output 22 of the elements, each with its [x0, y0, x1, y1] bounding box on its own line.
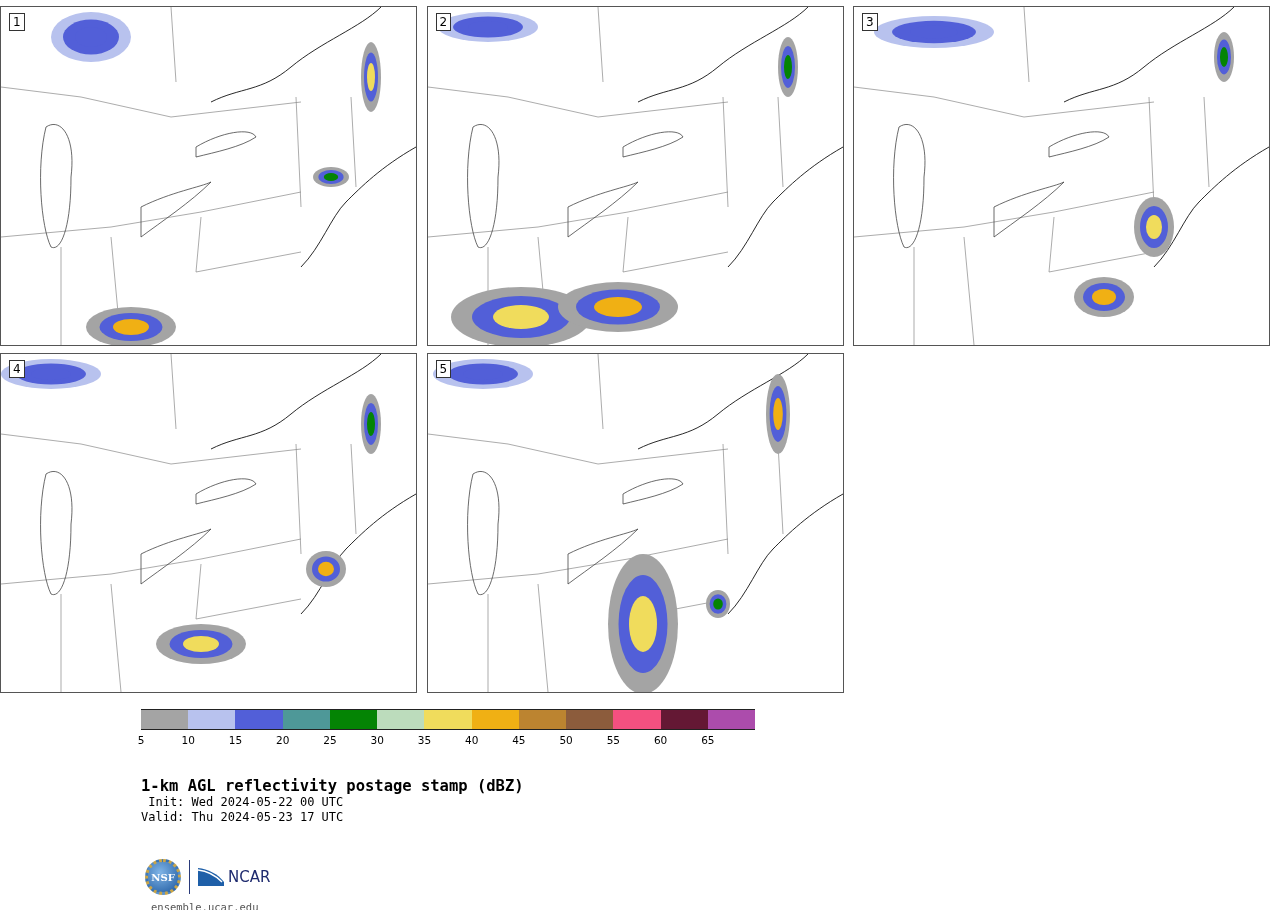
colorbar-tick-label: 45: [512, 734, 526, 746]
colorbar-tick-label: 40: [464, 734, 479, 746]
colorbar-tick-label: 50: [559, 734, 573, 746]
colorbar-tick-label: 60: [653, 734, 668, 746]
colorbar-tick-label: 20: [276, 734, 290, 746]
colorbar-tick-label: 5: [137, 734, 145, 746]
panel-number: 4: [9, 360, 25, 378]
colorbar-tick-label: 15: [228, 734, 243, 746]
colorbar-tick-label: 30: [370, 734, 384, 746]
swoosh-icon: [198, 868, 224, 886]
panel-number: 3: [862, 13, 878, 31]
ncar-logo-text: NCAR: [228, 868, 271, 886]
colorbar-tick-label: 10: [181, 734, 195, 746]
chart-title: 1-km AGL reflectivity postage stamp (dBZ): [141, 777, 525, 795]
colorbar-tick-label: 65: [701, 734, 715, 746]
valid-time: Valid: Thu 2024-05-23 17 UTC: [141, 810, 345, 825]
colorbar-tick-label: 55: [606, 734, 621, 746]
colorbar-tick-label: 25: [323, 734, 337, 746]
init-time: Init: Wed 2024-05-22 00 UTC: [147, 795, 345, 810]
nsf-logo: NSF: [145, 859, 181, 895]
colorbar-tick-label: 35: [417, 734, 432, 746]
panel-number: 1: [9, 13, 25, 31]
